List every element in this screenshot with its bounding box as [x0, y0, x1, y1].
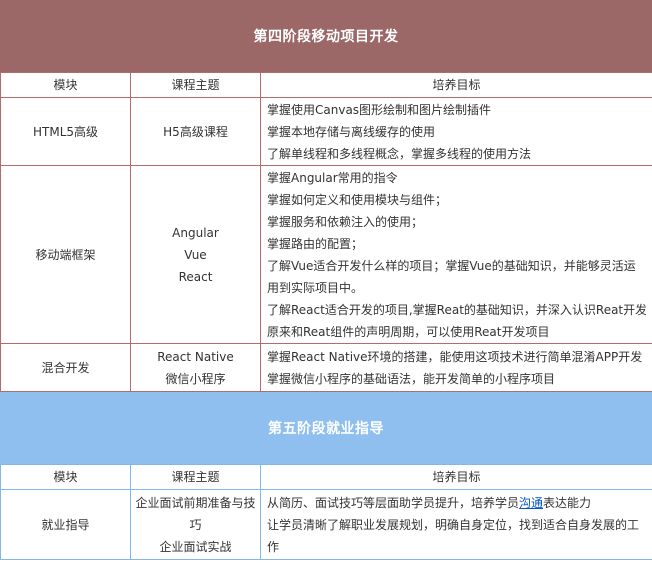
topic-item: React Native: [157, 349, 234, 364]
stage5-banner: 第五阶段就业指导: [0, 392, 652, 464]
goals-cell: 掌握React Native环境的搭建，能使用这项技术进行简单混淆APP开发 掌…: [260, 343, 652, 392]
topic-item: React: [178, 269, 213, 284]
topic-item: Angular: [172, 225, 219, 240]
topic-item: Vue: [184, 247, 207, 262]
goal-line: 从简历、面试技巧等层面助学员提升，培养学员沟通表达能力: [267, 492, 646, 514]
topic-cell: H5高级课程: [130, 97, 261, 166]
header-topic: 课程主题: [130, 72, 261, 98]
goal-line: 掌握本地存储与离线缓存的使用: [267, 124, 436, 139]
header-topic: 课程主题: [130, 464, 261, 490]
goal-line: 掌握微信小程序的基础语法，能开发简单的小程序项目: [267, 371, 556, 386]
goal-line: 掌握使用Canvas图形绘制和图片绘制插件: [267, 102, 492, 117]
stage4-title: 第四阶段移动项目开发: [253, 29, 399, 45]
goal-line: 掌握服务和依赖注入的使用；: [267, 214, 424, 229]
communication-link[interactable]: 沟通: [519, 496, 543, 510]
table-row-html5: HTML5高级 H5高级课程 掌握使用Canvas图形绘制和图片绘制插件 掌握本…: [0, 97, 652, 166]
table-row-hybrid: 混合开发 React Native 微信小程序 掌握React Native环境…: [0, 343, 652, 392]
goals-cell: 掌握使用Canvas图形绘制和图片绘制插件 掌握本地存储与离线缓存的使用 了解单…: [260, 97, 652, 166]
stage4-header-row: 模块 课程主题 培养目标: [0, 72, 652, 98]
goal-line: 掌握Angular常用的指令: [267, 170, 398, 185]
goal-line: 原来和Reat组件的声明周期，可以使用Reat开发项目: [267, 324, 550, 339]
header-module: 模块: [0, 72, 131, 98]
stage5-header-row: 模块 课程主题 培养目标: [0, 464, 652, 490]
module-cell: 就业指导: [0, 489, 131, 560]
table-row-career: 就业指导 企业面试前期准备与技巧 企业面试实战 从简历、面试技巧等层面助学员提升…: [0, 489, 652, 560]
topic-item: 微信小程序: [165, 371, 226, 386]
header-goals: 培养目标: [260, 464, 652, 490]
goal-line: 掌握路由的配置；: [267, 236, 364, 251]
table-row-mobile-framework: 移动端框架 Angular Vue React 掌握Angular常用的指令 掌…: [0, 165, 652, 344]
stage5-table: 模块 课程主题 培养目标 就业指导 企业面试前期准备与技巧 企业面试实战 从简历…: [0, 464, 652, 560]
goals-cell: 从简历、面试技巧等层面助学员提升，培养学员沟通表达能力 让学员清晰了解职业发展规…: [260, 489, 652, 560]
goal-line: 了解React适合开发的项目,掌握Reat的基础知识，并深入认识Reat开发: [267, 302, 646, 317]
header-module: 模块: [0, 464, 131, 490]
stage4-banner: 第四阶段移动项目开发: [0, 0, 652, 72]
goal-text: 从简历、面试技巧等层面助学员提升，培养学员: [267, 495, 520, 510]
goal-line: 了解Vue适合开发什么样的项目；掌握Vue的基础知识，并能够灵活运: [267, 258, 636, 273]
topic-cell: React Native 微信小程序: [130, 343, 261, 392]
topic-cell: 企业面试前期准备与技巧 企业面试实战: [130, 489, 261, 560]
topic-item: 企业面试前期准备与技巧: [135, 495, 256, 532]
header-goals: 培养目标: [260, 72, 652, 98]
goals-cell: 掌握Angular常用的指令 掌握如何定义和使用模块与组件； 掌握服务和依赖注入…: [260, 165, 652, 344]
goal-text: 表达能力: [543, 495, 592, 510]
goal-line: 掌握如何定义和使用模块与组件；: [267, 192, 448, 207]
goal-line: 用到实际项目中。: [267, 280, 364, 295]
goal-line: 掌握React Native环境的搭建，能使用这项技术进行简单混淆APP开发: [267, 349, 643, 364]
stage5-title: 第五阶段就业指导: [268, 421, 384, 437]
goal-line: 了解单线程和多线程概念，掌握多线程的使用方法: [267, 146, 532, 161]
stage4-table: 模块 课程主题 培养目标 HTML5高级 H5高级课程 掌握使用Canvas图形…: [0, 72, 652, 392]
topic-cell: Angular Vue React: [130, 165, 261, 344]
module-cell: HTML5高级: [0, 97, 131, 166]
module-cell: 混合开发: [0, 343, 131, 392]
goal-line: 让学员清晰了解职业发展规划，明确自身定位，找到适合自身发展的工作: [267, 517, 640, 554]
topic-item: 企业面试实战: [159, 539, 232, 554]
topic-item: H5高级课程: [163, 124, 228, 139]
module-cell: 移动端框架: [0, 165, 131, 344]
